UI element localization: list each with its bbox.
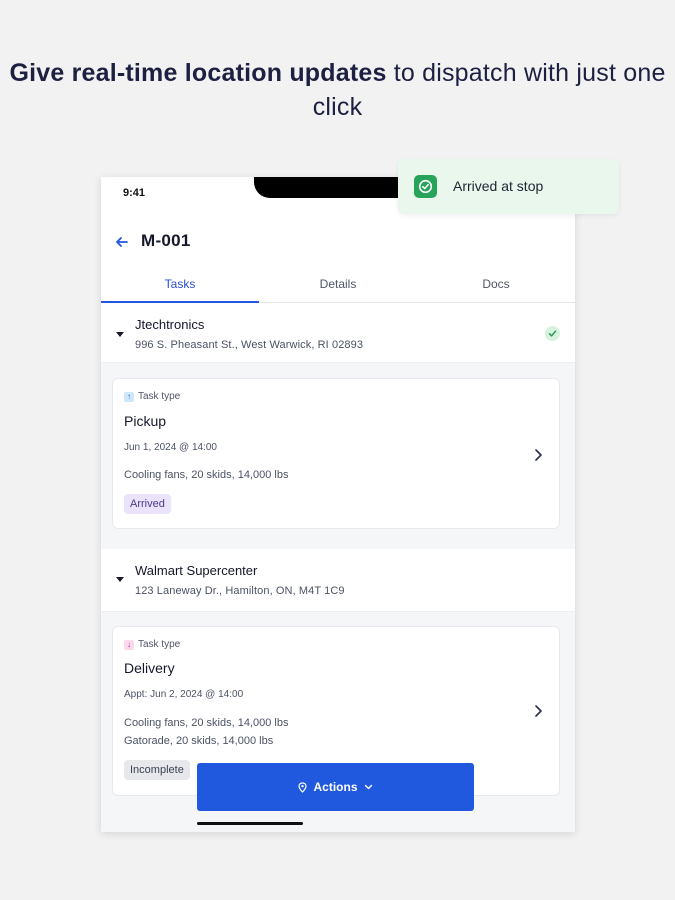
actions-label: Actions: [313, 780, 358, 794]
cargo-line: Cooling fans, 20 skids, 14,000 lbs: [124, 717, 289, 729]
stop-header-1[interactable]: Jtechtronics 996 S. Pheasant St., West W…: [101, 304, 575, 363]
location-pin-icon: [298, 781, 308, 793]
arrow-down-icon: ↓: [124, 639, 134, 650]
cargo-line: Gatorade, 20 skids, 14,000 lbs: [124, 735, 274, 747]
task-cargo: Cooling fans, 20 skids, 14,000 lbs Gator…: [124, 714, 289, 750]
check-icon: [545, 326, 560, 341]
status-time: 9:41: [123, 187, 146, 199]
headline-bold: Give real-time location updates: [9, 59, 387, 87]
task-cargo: Cooling fans, 20 skids, 14,000 lbs: [124, 466, 289, 484]
task-date: Jun 1, 2024 @ 14:00: [124, 442, 217, 453]
home-indicator: [197, 822, 303, 825]
task-name: Pickup: [124, 413, 167, 429]
page-title: M-001: [141, 231, 191, 250]
chevron-right-icon[interactable]: [533, 448, 543, 462]
chevron-right-icon[interactable]: [533, 704, 543, 718]
tab-tasks[interactable]: Tasks: [101, 270, 259, 303]
task-date: Appt: Jun 2, 2024 @ 14:00: [124, 689, 244, 700]
arrived-toast: Arrived at stop: [398, 159, 619, 214]
chevron-down-icon: [364, 784, 372, 790]
stop-name: Walmart Supercenter: [135, 563, 258, 578]
phone-screen: 9:41 M-001 Tasks Details Docs Jtechtroni…: [101, 177, 575, 832]
task-type-label: ↓ Task type: [124, 639, 180, 650]
back-arrow-icon[interactable]: [113, 233, 131, 251]
stop-name: Jtechtronics: [135, 317, 205, 332]
actions-button[interactable]: Actions: [197, 763, 474, 811]
status-badge: Arrived: [124, 494, 171, 514]
stop-header-2[interactable]: Walmart Supercenter 123 Laneway Dr., Ham…: [101, 549, 575, 612]
status-badge: Incomplete: [124, 760, 190, 780]
arrow-up-icon: ↑: [124, 391, 134, 402]
tab-details[interactable]: Details: [259, 270, 417, 302]
task-type-label: ↑ Task type: [124, 391, 180, 402]
tab-bar: Tasks Details Docs: [101, 270, 575, 303]
app-header: M-001: [101, 227, 575, 259]
check-circle-icon: [414, 175, 437, 198]
toast-text: Arrived at stop: [453, 178, 544, 194]
task-name: Delivery: [124, 660, 175, 676]
task-card-pickup[interactable]: ↑ Task type Pickup Jun 1, 2024 @ 14:00 C…: [112, 378, 560, 529]
collapse-caret-icon[interactable]: [116, 577, 124, 582]
tab-docs[interactable]: Docs: [417, 270, 575, 302]
collapse-caret-icon[interactable]: [116, 332, 124, 337]
cargo-line: Cooling fans, 20 skids, 14,000 lbs: [124, 469, 289, 481]
stop-address: 123 Laneway Dr., Hamilton, ON, M4T 1C9: [135, 585, 345, 597]
task-section-1: ↑ Task type Pickup Jun 1, 2024 @ 14:00 C…: [101, 363, 575, 549]
headline: Give real-time location updates to dispa…: [0, 56, 675, 124]
stop-address: 996 S. Pheasant St., West Warwick, RI 02…: [135, 339, 364, 351]
